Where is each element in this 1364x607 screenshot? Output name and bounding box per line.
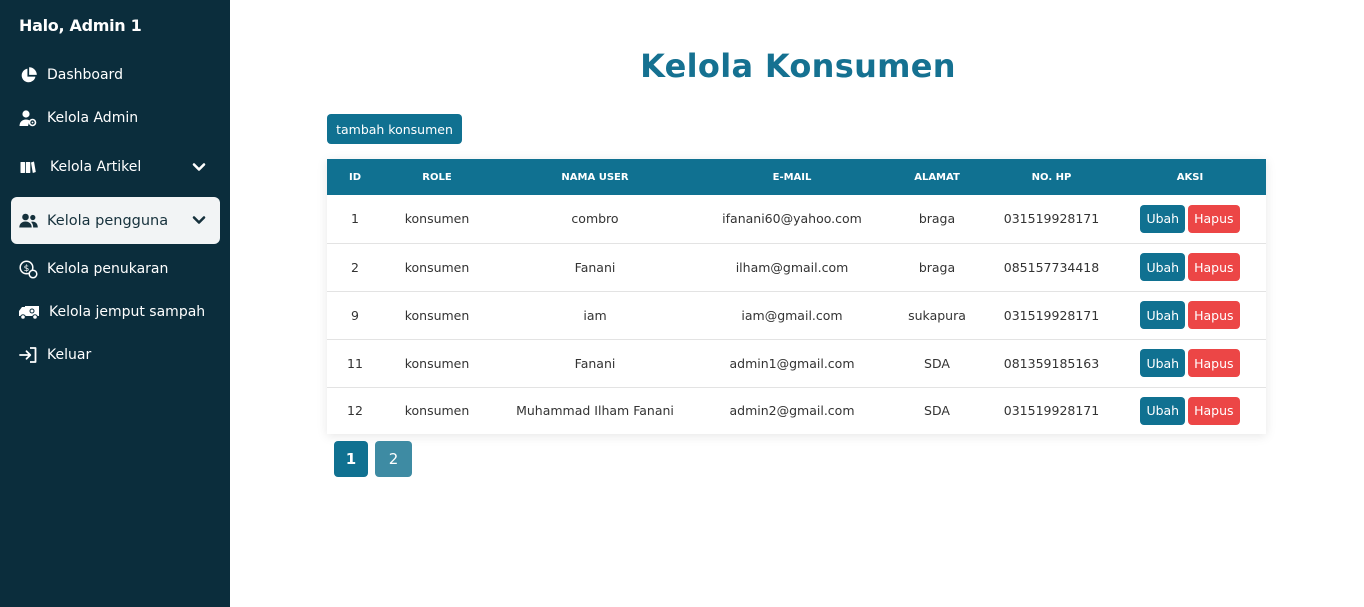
column-header-id: ID bbox=[327, 159, 383, 195]
sidebar-item-label: Dashboard bbox=[47, 67, 123, 83]
pie-chart-icon bbox=[18, 65, 38, 85]
sidebar-item-label: Keluar bbox=[47, 347, 92, 363]
delete-button[interactable]: Hapus bbox=[1188, 204, 1240, 233]
delete-button[interactable]: Hapus bbox=[1188, 253, 1240, 281]
table-row: 9 konsumen iam iam@gmail.com sukapura 03… bbox=[327, 291, 1266, 340]
edit-button[interactable]: Ubah bbox=[1140, 301, 1186, 329]
table-row: 12 konsumen Muhammad Ilham Fanani admin2… bbox=[327, 387, 1266, 434]
cell-actions: Ubah Hapus bbox=[1114, 243, 1266, 292]
page-button-1[interactable]: 1 bbox=[334, 441, 368, 477]
cell-phone: 081359185163 bbox=[989, 339, 1114, 388]
users-icon bbox=[18, 211, 38, 231]
column-header-address: ALAMAT bbox=[885, 159, 989, 195]
logout-icon bbox=[18, 345, 38, 365]
sidebar-item-label: Kelola Artikel bbox=[50, 159, 142, 175]
cell-address: SDA bbox=[924, 403, 950, 419]
cell-phone: 031519928171 bbox=[989, 195, 1114, 244]
delete-button[interactable]: Hapus bbox=[1188, 396, 1240, 425]
sidebar-item-keluar[interactable]: Keluar bbox=[11, 335, 220, 375]
cell-email: ilham@gmail.com bbox=[699, 243, 885, 292]
cell-id: 11 bbox=[327, 339, 383, 388]
cell-role: konsumen bbox=[383, 339, 491, 388]
edit-button[interactable]: Ubah bbox=[1140, 253, 1186, 281]
table-row: 11 konsumen Fanani admin1@gmail.com SDA … bbox=[327, 339, 1266, 388]
page-title: Kelola Konsumen bbox=[640, 47, 956, 85]
column-header-role: ROLE bbox=[383, 159, 491, 195]
table-row: 1 konsumen combro ifanani60@yahoo.com br… bbox=[327, 195, 1266, 244]
sidebar-item-kelola-penukaran[interactable]: $ Kelola penukaran bbox=[11, 249, 220, 289]
cell-id: 12 bbox=[347, 403, 363, 419]
cell-email: admin1@gmail.com bbox=[699, 339, 885, 388]
cell-name: Fanani bbox=[491, 339, 699, 388]
cell-address: sukapura bbox=[885, 291, 989, 340]
cell-phone: 031519928171 bbox=[989, 291, 1114, 340]
sidebar-item-kelola-artikel[interactable]: Kelola Artikel bbox=[11, 147, 220, 187]
cell-id: 9 bbox=[327, 291, 383, 340]
cell-phone: 085157734418 bbox=[989, 243, 1114, 292]
sidebar-item-label: Kelola penukaran bbox=[47, 261, 169, 277]
cell-email: ifanani60@yahoo.com bbox=[699, 195, 885, 244]
table-row: 2 konsumen Fanani ilham@gmail.com braga … bbox=[327, 243, 1266, 292]
chevron-down-icon bbox=[192, 216, 206, 224]
sidebar-item-label: Kelola Admin bbox=[47, 110, 139, 126]
sidebar-item-label: Kelola pengguna bbox=[47, 212, 169, 229]
column-header-name: NAMA USER bbox=[491, 159, 699, 195]
cell-id: 1 bbox=[327, 195, 383, 244]
cell-role: konsumen bbox=[383, 243, 491, 292]
edit-button[interactable]: Ubah bbox=[1140, 396, 1186, 425]
cell-role: konsumen bbox=[383, 195, 491, 244]
edit-button[interactable]: Ubah bbox=[1140, 349, 1186, 377]
cell-role: konsumen bbox=[383, 291, 491, 340]
page-button-2[interactable]: 2 bbox=[375, 441, 412, 477]
cell-id: 2 bbox=[327, 243, 383, 292]
truck-icon bbox=[18, 302, 40, 322]
sidebar-item-kelola-pengguna[interactable]: Kelola pengguna bbox=[11, 197, 220, 244]
cell-actions: Ubah Hapus bbox=[1114, 291, 1266, 340]
delete-button[interactable]: Hapus bbox=[1188, 301, 1240, 329]
pagination: 1 2 bbox=[334, 441, 412, 477]
column-header-actions: AKSI bbox=[1114, 159, 1266, 195]
table-header-row: ID ROLE NAMA USER E-MAIL ALAMAT NO. HP A… bbox=[327, 159, 1266, 195]
cell-actions: Ubah Hapus bbox=[1114, 195, 1266, 244]
chevron-down-icon bbox=[192, 163, 206, 171]
cell-actions: Ubah Hapus bbox=[1114, 339, 1266, 388]
cell-actions: Ubah Hapus bbox=[1114, 387, 1266, 434]
sidebar-item-dashboard[interactable]: Dashboard bbox=[11, 55, 220, 95]
cell-name: iam bbox=[491, 291, 699, 340]
consumer-table: ID ROLE NAMA USER E-MAIL ALAMAT NO. HP A… bbox=[327, 159, 1266, 434]
column-header-email: E-MAIL bbox=[699, 159, 885, 195]
delete-button[interactable]: Hapus bbox=[1188, 349, 1240, 377]
greeting: Halo, Admin 1 bbox=[19, 16, 142, 35]
edit-button[interactable]: Ubah bbox=[1140, 204, 1186, 233]
cell-name: Fanani bbox=[491, 243, 699, 292]
cell-role: konsumen bbox=[404, 403, 470, 419]
cell-address: braga bbox=[885, 195, 989, 244]
coin-exchange-icon: $ bbox=[18, 259, 38, 279]
cell-phone: 031519928171 bbox=[1003, 403, 1100, 419]
admin-user-icon bbox=[18, 108, 38, 128]
sidebar-item-kelola-admin[interactable]: Kelola Admin bbox=[11, 98, 220, 138]
book-icon bbox=[18, 157, 38, 177]
sidebar-item-label: Kelola jemput sampah bbox=[49, 304, 206, 320]
sidebar-item-kelola-jemput-sampah[interactable]: Kelola jemput sampah bbox=[11, 292, 220, 332]
svg-text:$: $ bbox=[23, 263, 29, 273]
cell-name: Muhammad Ilham Fanani bbox=[516, 403, 674, 419]
cell-email: iam@gmail.com bbox=[699, 291, 885, 340]
cell-address: SDA bbox=[885, 339, 989, 388]
cell-name: combro bbox=[491, 195, 699, 244]
column-header-phone: NO. HP bbox=[989, 159, 1114, 195]
add-consumer-button[interactable]: tambah konsumen bbox=[327, 114, 462, 144]
cell-address: braga bbox=[885, 243, 989, 292]
sidebar: Halo, Admin 1 Dashboard Kelola Admin Kel… bbox=[0, 0, 230, 607]
cell-email: admin2@gmail.com bbox=[729, 403, 855, 419]
